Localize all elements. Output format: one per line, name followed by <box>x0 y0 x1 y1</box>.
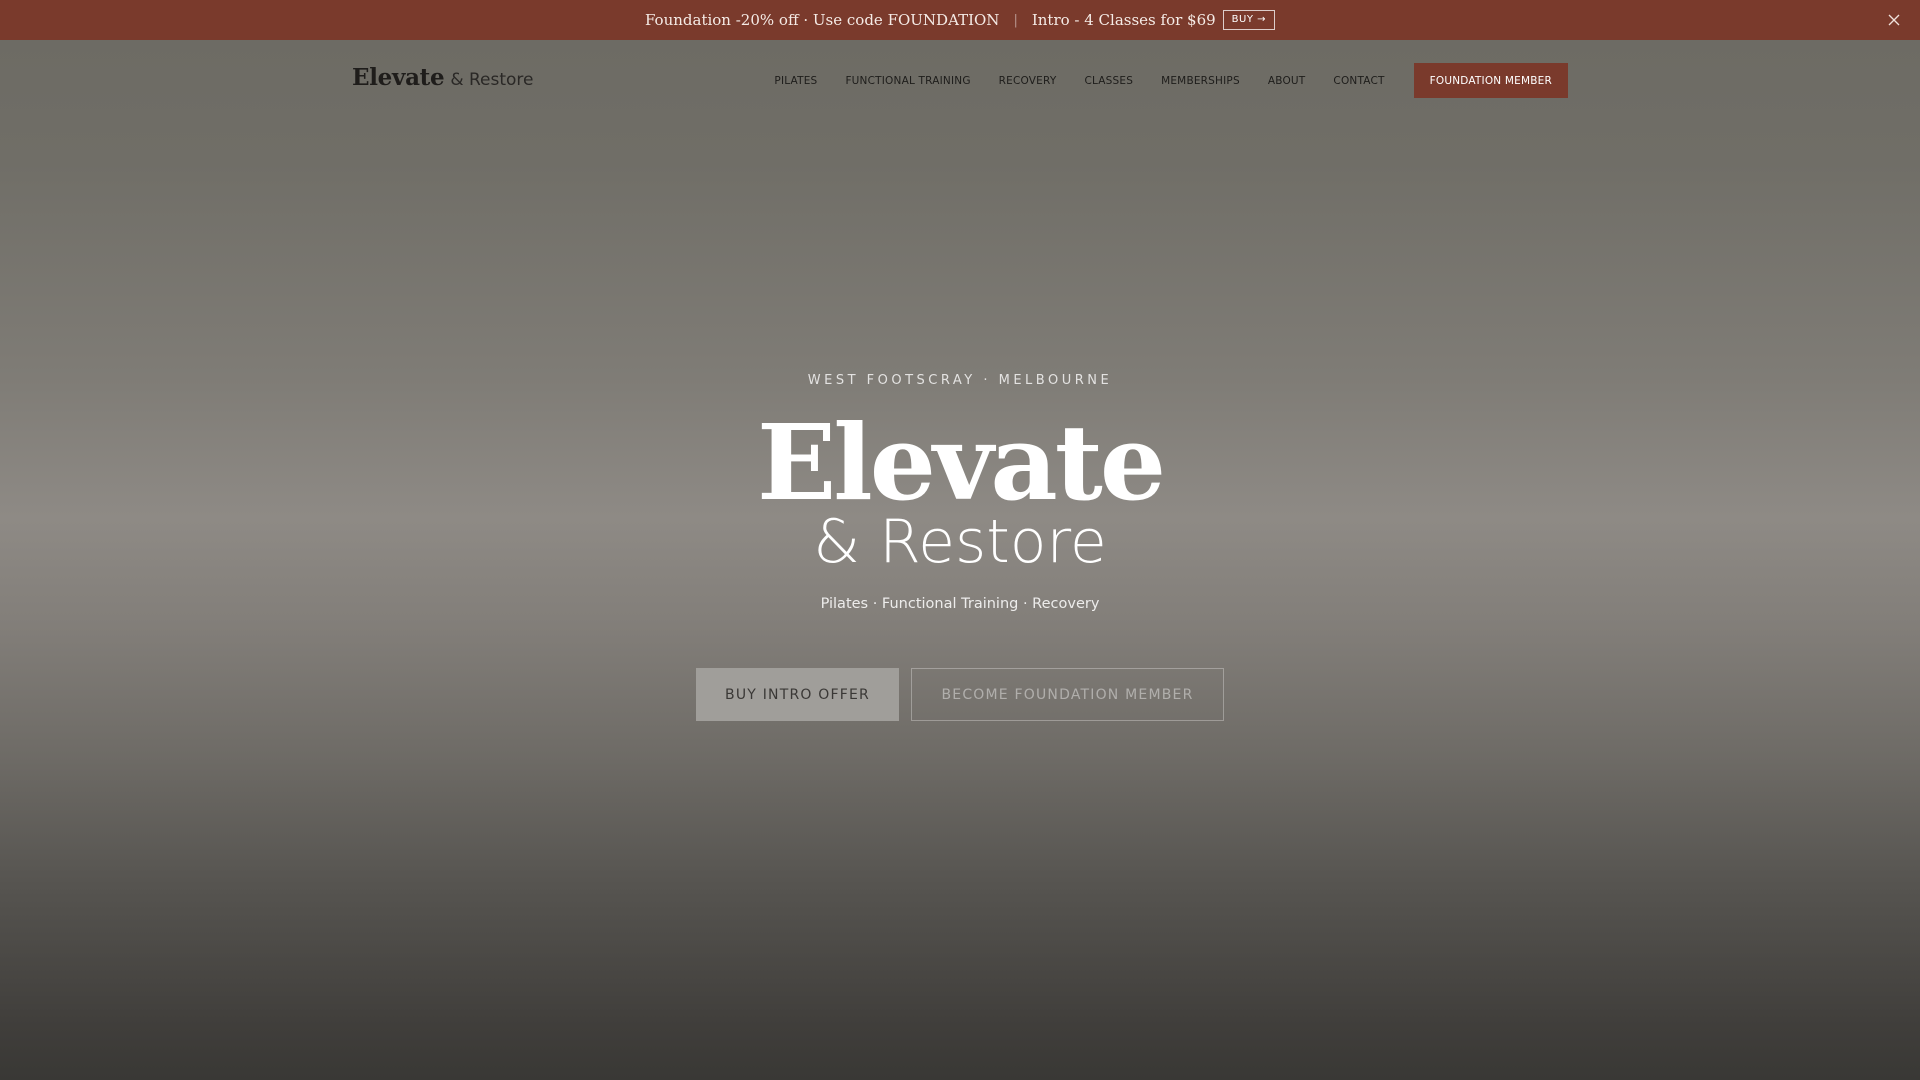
hero-section: WEST FOOTSCRAY · MELBOURNE Elevate & Res… <box>0 0 1920 1080</box>
logo-sub-text: & Restore <box>450 70 534 90</box>
nav-item-memberships[interactable]: MEMBERSHIPS <box>1161 75 1240 87</box>
buy-intro-offer-button[interactable]: BUY INTRO OFFER <box>696 668 899 721</box>
site-header: Elevate & Restore PILATES FUNCTIONAL TRA… <box>0 40 1920 120</box>
become-foundation-member-button[interactable]: BECOME FOUNDATION MEMBER <box>911 668 1224 721</box>
nav-item-pilates[interactable]: PILATES <box>774 75 817 87</box>
nav-item-contact[interactable]: CONTACT <box>1333 75 1384 87</box>
main-nav: PILATES FUNCTIONAL TRAINING RECOVERY CLA… <box>774 63 1568 98</box>
nav-item-about[interactable]: ABOUT <box>1268 75 1306 87</box>
hero-tagline: Pilates · Functional Training · Recovery <box>820 596 1100 612</box>
nav-item-classes[interactable]: CLASSES <box>1084 75 1133 87</box>
hero-buttons: BUY INTRO OFFER BECOME FOUNDATION MEMBER <box>0 668 1920 721</box>
logo-main-text: Elevate <box>352 64 445 91</box>
hero-subtitle: & Restore <box>813 507 1107 577</box>
logo[interactable]: Elevate & Restore <box>352 64 534 91</box>
nav-item-functional-training[interactable]: FUNCTIONAL TRAINING <box>845 75 970 87</box>
foundation-member-button[interactable]: FOUNDATION MEMBER <box>1413 63 1568 98</box>
nav-item-recovery[interactable]: RECOVERY <box>999 75 1057 87</box>
hero-location: WEST FOOTSCRAY · MELBOURNE <box>807 373 1113 388</box>
